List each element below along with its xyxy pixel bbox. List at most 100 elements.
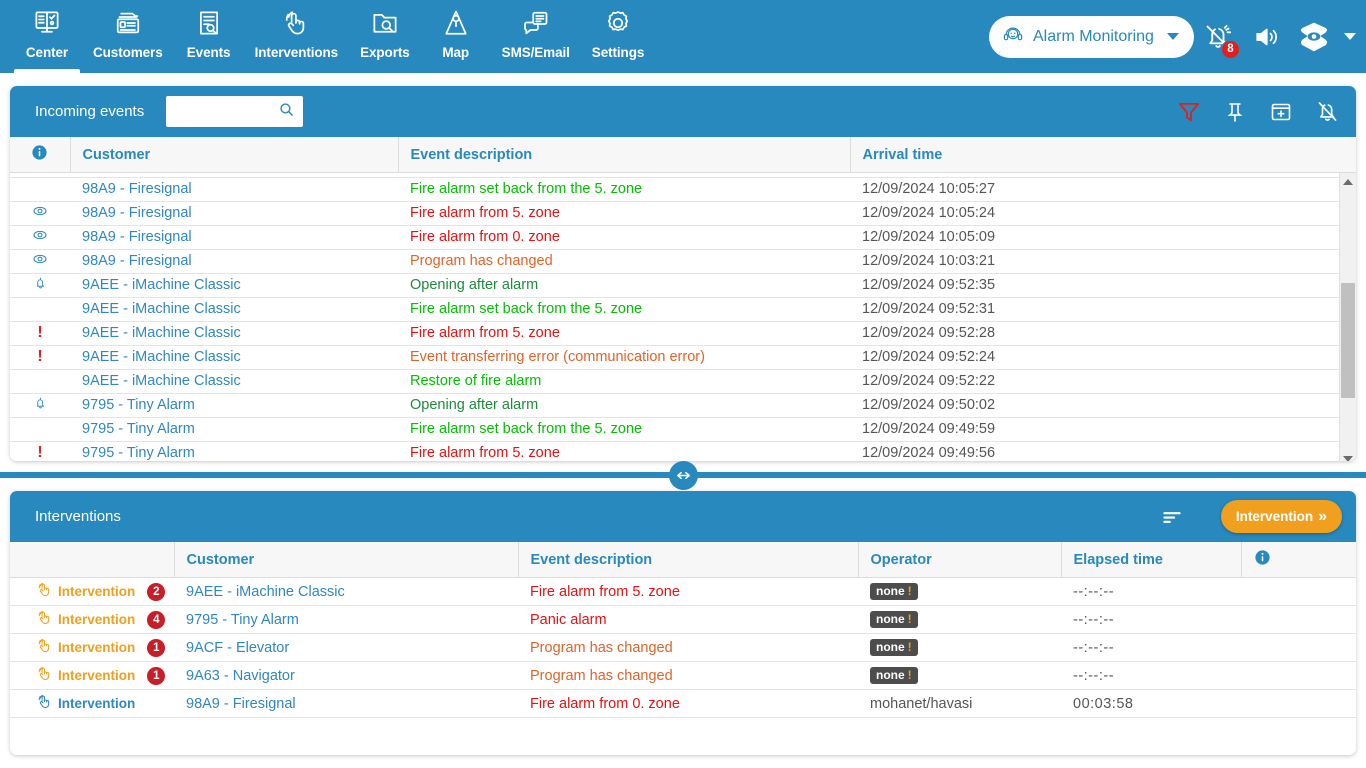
intervention-hand-icon-orange[interactable] xyxy=(36,581,53,602)
splitter-resize-handle[interactable] xyxy=(669,461,698,490)
intervention-link[interactable]: Intervention xyxy=(58,612,135,627)
incoming-events-title: Incoming events xyxy=(35,103,145,120)
row-status-icon-cell xyxy=(10,177,70,202)
table-row[interactable]: ! 9795 - Tiny Alarm Fire alarm from 5. zon… xyxy=(10,441,1339,461)
logo-chevron-down-icon[interactable] xyxy=(1344,33,1356,40)
nav-item-customers[interactable]: Customers xyxy=(82,0,174,73)
intervention-hand-icon-blue[interactable] xyxy=(36,693,53,714)
row-event-description: Opening after alarm xyxy=(398,273,850,298)
row-intervention-action[interactable]: Intervention 2 xyxy=(10,577,174,606)
table-row[interactable]: 9795 - Tiny Alarm Opening after alarm 12/0… xyxy=(10,393,1339,418)
bell-off-icon[interactable] xyxy=(1312,97,1342,127)
row-intervention-action[interactable]: Intervention 1 xyxy=(10,661,174,690)
alarm-monitoring-selector[interactable]: Alarm Monitoring xyxy=(989,15,1194,58)
intervention-link[interactable]: Intervention xyxy=(58,668,135,683)
interventions-col-elapsed-time[interactable]: Elapsed time xyxy=(1061,542,1242,578)
row-customer: 9AEE - iMachine Classic xyxy=(70,297,398,322)
row-event-description: Program has changed xyxy=(518,661,858,690)
table-row[interactable]: 9AEE - iMachine Classic Restore of fire a… xyxy=(10,369,1339,394)
table-row[interactable]: Intervention 2 9AEE - iMachine Classic Fire… xyxy=(10,577,1356,606)
alert-icon: ! xyxy=(907,668,912,682)
events-vertical-scrollbar[interactable] xyxy=(1339,173,1356,461)
events-col-arrival-time[interactable]: Arrival time xyxy=(850,137,1356,173)
operator-none-label: none xyxy=(876,640,905,654)
intervention-link[interactable]: Intervention xyxy=(58,584,135,599)
row-customer: 9AEE - iMachine Classic xyxy=(174,577,518,606)
intervention-button[interactable]: Intervention » xyxy=(1220,500,1342,533)
events-col-customer[interactable]: Customer xyxy=(70,137,399,173)
row-status-icon-cell xyxy=(10,273,70,298)
nav-item-center[interactable]: Center xyxy=(12,0,82,73)
table-row[interactable]: 98A9 - Firesignal Fire alarm set back fro… xyxy=(10,177,1339,202)
table-row[interactable]: ! 9AEE - iMachine Classic Event transferri… xyxy=(10,345,1339,370)
bell-icon xyxy=(33,173,48,174)
sound-toggle-button[interactable] xyxy=(1242,13,1290,61)
nav-item-events[interactable]: Events xyxy=(174,0,244,73)
table-row[interactable]: 98A9 - Firesignal Fire alarm from 5. zone… xyxy=(10,201,1339,226)
table-row[interactable]: Intervention 4 9795 - Tiny Alarm Panic alar… xyxy=(10,605,1356,634)
row-event-description: Fire alarm set back from the 5. zone xyxy=(398,417,850,442)
intervention-hand-icon-orange[interactable] xyxy=(36,665,53,686)
row-arrival-time: 12/09/2024 10:05:24 xyxy=(850,201,1339,226)
intervention-hand-icon-orange[interactable] xyxy=(36,609,53,630)
interventions-col-customer[interactable]: Customer xyxy=(174,542,519,578)
row-intervention-action[interactable]: Intervention 1 xyxy=(10,633,174,662)
info-icon[interactable] xyxy=(1254,550,1271,570)
nav-item-label: SMS/Email xyxy=(501,45,570,60)
table-row[interactable]: Intervention 98A9 - Firesignal Fire alarm … xyxy=(10,689,1356,718)
alert-icon: ! xyxy=(907,640,912,654)
events-header-tools xyxy=(1174,97,1342,127)
search-box[interactable] xyxy=(166,96,304,127)
nav-item-map[interactable]: Map xyxy=(421,0,491,73)
interventions-col-event-description[interactable]: Event description xyxy=(518,542,859,578)
filter-icon[interactable] xyxy=(1174,97,1204,127)
row-event-description: Opening after alarm xyxy=(398,393,850,418)
table-row[interactable]: Intervention 1 9ACF - Elevator Program has … xyxy=(10,633,1356,662)
operator-none-badge: none! xyxy=(870,639,918,656)
app-logo[interactable] xyxy=(1290,13,1338,61)
table-row[interactable]: ! 9AEE - iMachine Classic Fire alarm from … xyxy=(10,321,1339,346)
row-event-description: Fire alarm from 5. zone xyxy=(518,577,858,606)
scroll-down-arrow-icon[interactable] xyxy=(1340,450,1356,461)
search-icon[interactable] xyxy=(278,101,295,123)
intervention-link[interactable]: Intervention xyxy=(58,640,135,655)
row-event-description: Program has changed xyxy=(398,249,850,274)
search-input[interactable] xyxy=(174,104,279,119)
scroll-up-arrow-icon[interactable] xyxy=(1340,173,1356,190)
scrollbar-thumb[interactable] xyxy=(1341,283,1355,398)
row-customer: 98A9 - Firesignal xyxy=(70,225,398,250)
row-intervention-action[interactable]: Intervention xyxy=(10,689,174,718)
nav-item-settings[interactable]: Settings xyxy=(581,0,655,73)
table-row[interactable]: 98A9 - Firesignal Fire alarm from 0. zone… xyxy=(10,225,1339,250)
events-col-info[interactable] xyxy=(10,137,71,173)
nav-item-label: Interventions xyxy=(254,45,339,60)
sort-icon[interactable] xyxy=(1157,502,1187,532)
interventions-title: Interventions xyxy=(35,508,121,525)
row-operator: none! xyxy=(858,605,1061,634)
map-pin-icon xyxy=(441,6,471,40)
row-status-icon-cell: ! xyxy=(10,321,70,346)
interventions-col-info[interactable] xyxy=(1241,542,1356,578)
table-row[interactable]: Intervention 1 9A63 - Navigator Program has… xyxy=(10,661,1356,690)
table-row[interactable]: 9AEE - iMachine Classic Fire alarm set ba… xyxy=(10,297,1339,322)
row-event-description: Fire alarm from 0. zone xyxy=(398,225,850,250)
add-window-icon[interactable] xyxy=(1266,97,1296,127)
table-row[interactable]: 9795 - Tiny Alarm Fire alarm set back fro… xyxy=(10,417,1339,442)
intervention-hand-icon-orange[interactable] xyxy=(36,637,53,658)
nav-item-sms-email[interactable]: SMS/Email xyxy=(491,0,581,73)
intervention-link[interactable]: Intervention xyxy=(58,696,135,711)
folder-search-icon xyxy=(370,6,400,40)
events-col-event-description[interactable]: Event description xyxy=(398,137,851,173)
row-intervention-action[interactable]: Intervention 4 xyxy=(10,605,174,634)
pin-icon[interactable] xyxy=(1220,97,1250,127)
alarm-mute-button[interactable]: 8 xyxy=(1194,13,1242,61)
nav-item-interventions[interactable]: Interventions xyxy=(244,0,349,73)
info-icon[interactable] xyxy=(31,145,48,165)
interventions-col-operator[interactable]: Operator xyxy=(858,542,1062,578)
intervention-button-label: Intervention xyxy=(1235,509,1314,524)
top-navigation-bar: Center Customers Events Interventions Export… xyxy=(0,0,1366,73)
events-table-scroll-area[interactable]: 98A9 - FiresignalOpening after alarm12/0… xyxy=(10,173,1356,461)
table-row[interactable]: 98A9 - Firesignal Program has changed 12/0… xyxy=(10,249,1339,274)
nav-item-exports[interactable]: Exports xyxy=(349,0,421,73)
table-row[interactable]: 9AEE - iMachine Classic Opening after ala… xyxy=(10,273,1339,298)
